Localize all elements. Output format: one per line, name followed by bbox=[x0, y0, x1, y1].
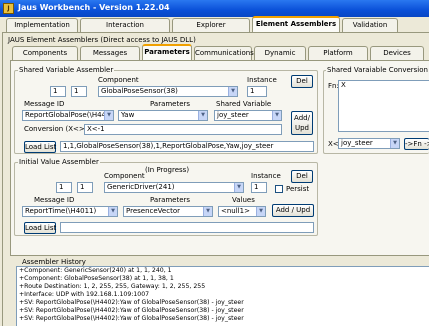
component-label: Component bbox=[98, 76, 139, 84]
conversion-field[interactable]: X<-1 bbox=[84, 124, 282, 135]
subtab-devices[interactable]: Devices bbox=[370, 46, 424, 60]
history-line: +Route Destination: 1, 2, 255, 255, Gate… bbox=[19, 283, 206, 290]
in-progress-label: (In Progress) bbox=[145, 166, 190, 174]
subtab-components[interactable]: Components bbox=[12, 46, 78, 60]
component-select-2[interactable]: GenericDriver(241) ▼ bbox=[104, 182, 244, 193]
initial-value-del-button[interactable]: Del bbox=[291, 170, 313, 183]
component-label-2: Component bbox=[104, 172, 145, 180]
subtab-parameters[interactable]: Parameters bbox=[142, 44, 192, 60]
apply-fn-button[interactable]: ->Fn -> bbox=[404, 138, 429, 150]
tab-interaction[interactable]: Interaction bbox=[80, 18, 170, 32]
history-line: +SV: ReportGlobalPose(\H4402):Yaw of Glo… bbox=[19, 307, 244, 314]
shared-var-list-field[interactable]: 1,1,GlobalPoseSensor(38),1,ReportGlobalP… bbox=[60, 141, 314, 152]
instance-label-2: Instance bbox=[251, 172, 281, 180]
instance-label: Instance bbox=[247, 76, 277, 84]
history-line: +SV: ReportGlobalPose(\H4402):Yaw of Glo… bbox=[19, 299, 244, 306]
section-title: JAUS Element Assemblers (Direct access t… bbox=[8, 36, 196, 44]
instance-field-2[interactable]: 1 bbox=[251, 182, 267, 193]
instance-field[interactable]: 1 bbox=[247, 86, 267, 97]
message-id-select-2[interactable]: ReportTime(\H4011) ▼ bbox=[22, 206, 118, 217]
initial-value-add-update-button[interactable]: Add / Upd bbox=[272, 204, 314, 217]
parameter-select[interactable]: Yaw ▼ bbox=[118, 110, 208, 121]
chevron-down-icon[interactable]: ▼ bbox=[108, 207, 117, 216]
conversion-math-label: Shared Varaiable Conversion Math bbox=[326, 66, 429, 74]
fn-textarea[interactable]: X bbox=[338, 80, 429, 132]
chevron-down-icon[interactable]: ▼ bbox=[104, 111, 113, 120]
chevron-down-icon[interactable]: ▼ bbox=[203, 207, 212, 216]
subtab-messages[interactable]: Messages bbox=[80, 46, 140, 60]
subtab-dynamic[interactable]: Dynamic bbox=[254, 46, 306, 60]
history-line: +Component: GlobalPoseSensor(38) at 1, 1… bbox=[19, 275, 174, 282]
shared-variable-select[interactable]: joy_steer ▼ bbox=[214, 110, 282, 121]
parameters-label: Parameters bbox=[150, 100, 191, 108]
subsystem-id-field[interactable]: 1 bbox=[50, 86, 66, 97]
tab-explorer[interactable]: Explorer bbox=[172, 18, 250, 32]
subsystem-id-field-2[interactable]: 1 bbox=[56, 182, 72, 193]
shared-var-load-list-button[interactable]: Load List bbox=[24, 141, 56, 153]
parameter-select-2[interactable]: PresenceVector ▼ bbox=[123, 206, 213, 217]
history-line: +SV: ReportGlobalPose(\H4402):Yaw of Glo… bbox=[19, 315, 244, 322]
initial-value-group-label: Initial Value Assembler bbox=[18, 158, 100, 166]
workbench-window: J Jaus Workbench - Version 1.22.04 Imple… bbox=[0, 0, 429, 326]
chevron-down-icon[interactable]: ▼ bbox=[256, 207, 265, 216]
shared-var-del-button[interactable]: Del bbox=[291, 75, 313, 88]
persist-checkbox[interactable] bbox=[275, 185, 283, 193]
window-title: Jaus Workbench - Version 1.22.04 bbox=[18, 3, 170, 12]
initial-value-list-field[interactable] bbox=[60, 222, 314, 233]
history-line: +Component: GenericSensor(240) at 1, 1, … bbox=[19, 267, 172, 274]
title-bar[interactable]: J Jaus Workbench - Version 1.22.04 bbox=[0, 0, 429, 17]
node-id-field-2[interactable]: 1 bbox=[77, 182, 93, 193]
chevron-down-icon[interactable]: ▼ bbox=[390, 139, 399, 148]
history-label: Assembler History bbox=[22, 258, 86, 266]
values-select[interactable]: <null1> ▼ bbox=[218, 206, 266, 217]
tab-element-assemblers[interactable]: Element Assemblers bbox=[252, 16, 340, 32]
persist-label: Persist bbox=[286, 185, 310, 193]
subtab-communications[interactable]: Communications bbox=[194, 46, 254, 60]
initial-value-load-list-button[interactable]: Load List bbox=[24, 222, 56, 234]
chevron-down-icon[interactable]: ▼ bbox=[234, 183, 243, 192]
tab-implementation[interactable]: Implementation bbox=[6, 18, 78, 32]
chevron-down-icon[interactable]: ▼ bbox=[272, 111, 281, 120]
x-variable-select[interactable]: joy_steer ▼ bbox=[338, 138, 400, 149]
history-list[interactable]: +Component: GenericSensor(240) at 1, 1, … bbox=[16, 266, 429, 326]
node-id-field[interactable]: 1 bbox=[71, 86, 87, 97]
message-id-label: Message ID bbox=[24, 100, 65, 108]
parameters-label-2: Parameters bbox=[150, 196, 191, 204]
tab-validation[interactable]: Validation bbox=[342, 18, 398, 32]
values-label: Values bbox=[232, 196, 255, 204]
shared-variable-label: Shared Variable bbox=[216, 100, 272, 108]
chevron-down-icon[interactable]: ▼ bbox=[198, 111, 207, 120]
chevron-down-icon[interactable]: ▼ bbox=[228, 87, 237, 96]
app-icon: J bbox=[3, 3, 14, 14]
component-select[interactable]: GlobalPoseSensor(38) ▼ bbox=[98, 86, 238, 97]
history-line: +Interface: UDP with 192.168.1.109:1007 bbox=[19, 291, 150, 298]
subtab-platform[interactable]: Platform bbox=[308, 46, 368, 60]
shared-var-add-update-button[interactable]: Add/Upd bbox=[291, 111, 313, 135]
shared-variable-group-label: Shared Variable Assembler bbox=[18, 66, 115, 74]
message-id-select[interactable]: ReportGlobalPose(\H4402) ▼ bbox=[22, 110, 114, 121]
message-id-label-2: Message ID bbox=[34, 196, 75, 204]
